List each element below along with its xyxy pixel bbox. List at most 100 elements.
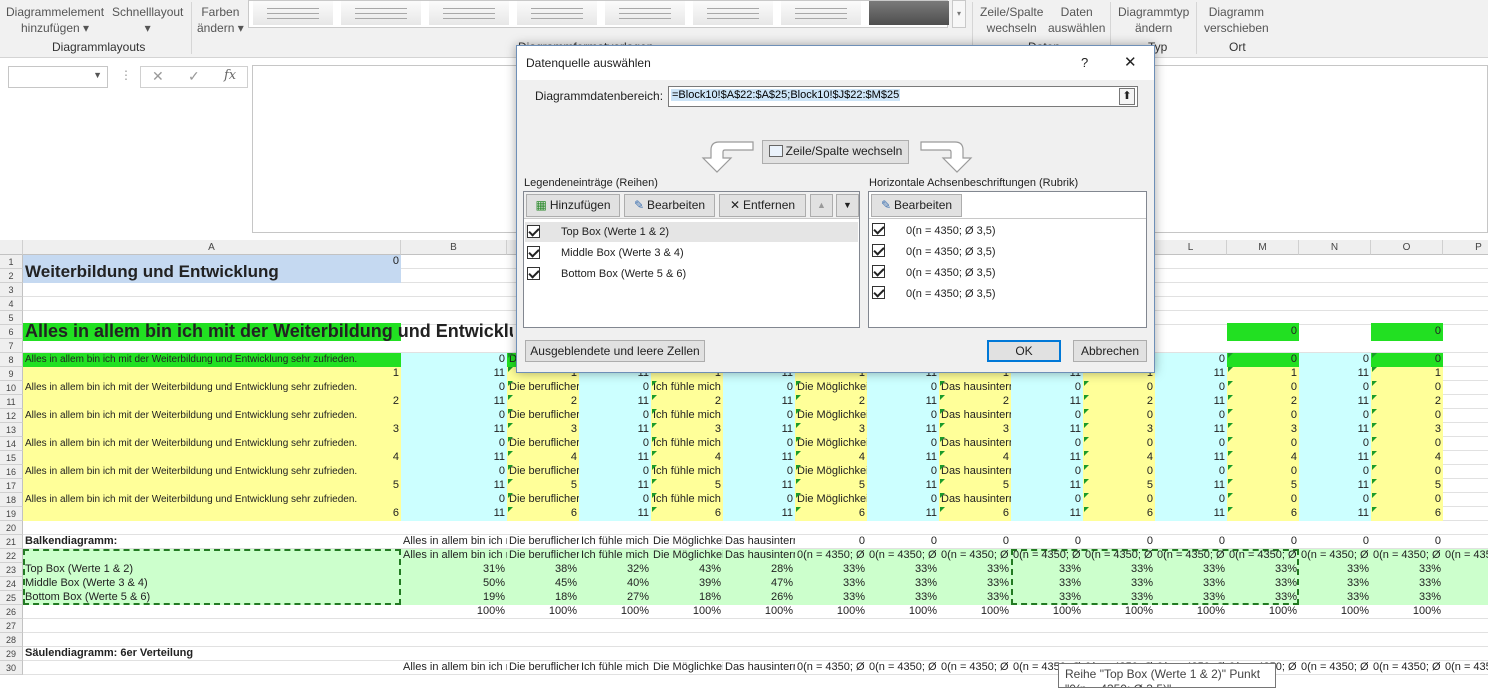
percent-cell[interactable]: 33% <box>939 577 1011 591</box>
row-header[interactable]: 3 <box>0 283 23 297</box>
sheet-title[interactable]: Weiterbildung und Entwicklung <box>23 265 401 285</box>
cell[interactable]: 0 <box>1299 493 1371 507</box>
cell[interactable]: Die beruflicher <box>507 437 579 451</box>
cell[interactable]: 0 <box>1371 493 1443 507</box>
cell[interactable]: Die Möglichkeit <box>795 381 867 395</box>
cell[interactable]: 0 <box>1371 409 1443 423</box>
cell[interactable]: 0 <box>401 381 507 395</box>
series-name-cell[interactable]: Bottom Box (Werte 5 & 6) <box>23 591 401 605</box>
cell[interactable]: 0 <box>867 465 939 479</box>
row-header[interactable]: 16 <box>0 465 23 479</box>
cell[interactable]: 0 <box>1227 493 1299 507</box>
row-header[interactable]: 5 <box>0 311 23 325</box>
percent-cell[interactable]: 33% <box>795 563 867 577</box>
cell[interactable]: 0(n = 4350; Ø <box>1371 661 1443 675</box>
percent-cell[interactable]: 100% <box>1083 605 1155 619</box>
row-header[interactable]: 4 <box>0 297 23 311</box>
percent-cell[interactable]: 33% <box>1227 563 1299 577</box>
question-cell[interactable]: Alles in allem bin ich mit der Weiterbil… <box>23 493 401 507</box>
cell[interactable]: Ich fühle mich <box>651 465 723 479</box>
series-item[interactable]: Bottom Box (Werte 5 & 6) <box>561 268 686 280</box>
select-data-button[interactable]: Daten auswählen <box>1048 4 1105 36</box>
percent-cell[interactable]: 33% <box>1155 563 1227 577</box>
cell[interactable]: 11 <box>723 423 795 437</box>
cell[interactable]: 0 <box>1227 437 1299 451</box>
row-header[interactable]: 30 <box>0 661 23 675</box>
cell[interactable]: 11 <box>1011 479 1083 493</box>
cell[interactable]: 0 <box>1011 493 1083 507</box>
series-item[interactable]: Middle Box (Werte 3 & 4) <box>561 247 684 259</box>
cell[interactable]: Alles in allem bin ich m <box>401 549 507 563</box>
cell[interactable]: 0(n = 4350; Ø <box>1227 549 1299 563</box>
cell[interactable]: 5 <box>23 479 401 493</box>
cell[interactable]: 11 <box>1155 367 1227 381</box>
cell[interactable]: 0 <box>867 409 939 423</box>
percent-cell[interactable]: 33% <box>1371 577 1443 591</box>
cell[interactable]: 1 <box>1227 367 1299 381</box>
percent-cell[interactable]: 38% <box>507 563 579 577</box>
cell[interactable]: 11 <box>867 479 939 493</box>
cell[interactable]: 2 <box>507 395 579 409</box>
cell[interactable]: Die Möglichkeit <box>795 493 867 507</box>
cell[interactable]: 11 <box>1155 479 1227 493</box>
cell[interactable]: 11 <box>401 367 507 381</box>
cell[interactable]: 0 <box>401 437 507 451</box>
percent-cell[interactable]: 33% <box>1083 577 1155 591</box>
cell[interactable]: 0 <box>867 437 939 451</box>
cell[interactable]: 0 <box>723 493 795 507</box>
axis-checkbox[interactable] <box>872 265 885 278</box>
cell[interactable]: Alles in allem bin ich m <box>401 535 507 549</box>
cell[interactable]: 0 <box>1299 353 1371 367</box>
axis-checkbox[interactable] <box>872 223 885 236</box>
cell[interactable]: 0(n = 4350; Ø <box>867 661 939 675</box>
axis-checkbox[interactable] <box>872 286 885 299</box>
percent-cell[interactable]: 33% <box>867 563 939 577</box>
cell[interactable]: 11 <box>1299 395 1371 409</box>
cell[interactable]: 0 <box>1299 535 1371 549</box>
series-checkbox[interactable] <box>527 267 540 280</box>
cancel-icon[interactable]: ✕ <box>152 68 164 85</box>
percent-cell[interactable]: 33% <box>1299 591 1371 605</box>
percent-cell[interactable]: 33% <box>1083 563 1155 577</box>
cell[interactable]: 0 <box>401 465 507 479</box>
percent-cell[interactable]: 18% <box>507 591 579 605</box>
cell[interactable]: 3 <box>1083 423 1155 437</box>
cell[interactable]: 0(n = 4350; Ø <box>1299 661 1371 675</box>
cell[interactable]: Die beruflicher <box>507 465 579 479</box>
row-header[interactable]: 6 <box>0 325 23 339</box>
percent-cell[interactable]: 100% <box>1155 605 1227 619</box>
move-chart-button[interactable]: Diagramm verschieben <box>1204 4 1269 36</box>
cell[interactable]: 0 <box>1299 409 1371 423</box>
percent-cell[interactable]: 50% <box>401 577 507 591</box>
cell[interactable]: Die Möglichkeit <box>795 465 867 479</box>
cell[interactable]: 11 <box>401 395 507 409</box>
column-header-n[interactable]: N <box>1299 240 1371 255</box>
cell[interactable]: 11 <box>723 395 795 409</box>
percent-cell[interactable]: 45% <box>507 577 579 591</box>
bar-chart-label[interactable]: Balkendiagramm: <box>23 535 401 549</box>
cell[interactable]: 0 <box>401 493 507 507</box>
percent-cell[interactable]: 100% <box>1011 605 1083 619</box>
row-header[interactable]: 29 <box>0 647 23 661</box>
cell[interactable]: 11 <box>1299 423 1371 437</box>
chart-range-field[interactable]: =Block10!$A$22:$A$25;Block10!$J$22:$M$25… <box>668 86 1138 107</box>
percent-cell[interactable]: 100% <box>723 605 795 619</box>
chart-style-thumb-dark[interactable] <box>869 1 949 25</box>
series-name-cell[interactable]: Middle Box (Werte 3 & 4) <box>23 577 401 591</box>
axis-item[interactable]: 0(n = 4350; Ø 3,5) <box>906 267 996 279</box>
percent-cell[interactable]: 100% <box>795 605 867 619</box>
percent-cell[interactable]: 33% <box>939 591 1011 605</box>
cell[interactable]: 0 <box>1227 325 1299 339</box>
percent-cell[interactable]: 33% <box>1299 577 1371 591</box>
cell[interactable]: 0 <box>939 535 1011 549</box>
row-header[interactable]: 25 <box>0 591 23 605</box>
cell[interactable]: Ich fühle mich <box>579 549 651 563</box>
percent-cell[interactable]: 33% <box>795 577 867 591</box>
cell[interactable]: 11 <box>1299 507 1371 521</box>
cell[interactable]: 11 <box>1011 451 1083 465</box>
series-checkbox[interactable] <box>527 246 540 259</box>
percent-cell[interactable]: 33% <box>1155 577 1227 591</box>
cell[interactable]: 4 <box>1227 451 1299 465</box>
cell[interactable]: Die beruflicher <box>507 549 579 563</box>
change-colors-button[interactable]: Farben ändern ▾ <box>197 4 244 36</box>
